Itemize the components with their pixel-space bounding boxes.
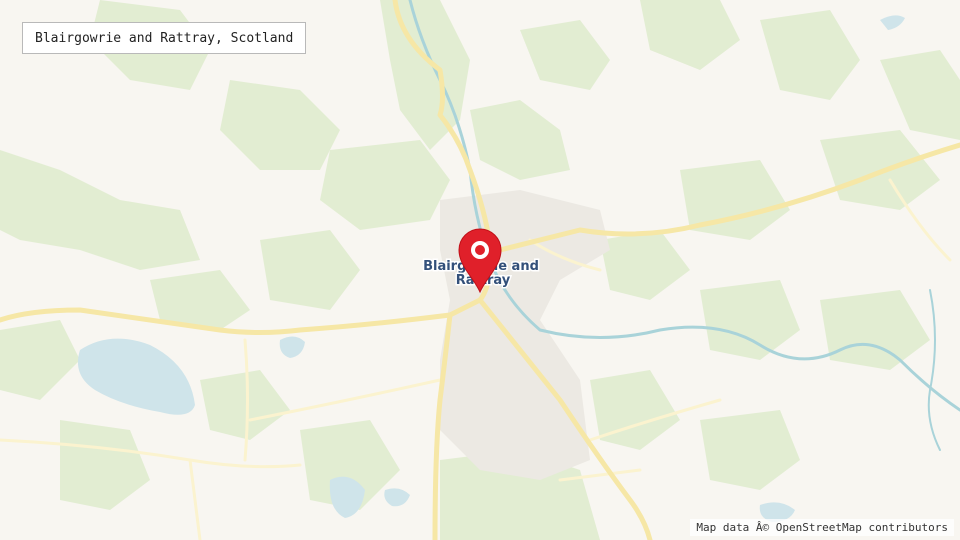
map-canvas[interactable]: Blairgowrie and Rattray [0, 0, 960, 540]
location-title-text: Blairgowrie and Rattray, Scotland [35, 30, 294, 46]
map-attribution: Map data Â© OpenStreetMap contributors [690, 519, 954, 536]
pin-dot [475, 245, 485, 255]
attribution-text: Map data Â© OpenStreetMap contributors [696, 521, 948, 534]
location-title: Blairgowrie and Rattray, Scotland [22, 22, 307, 54]
